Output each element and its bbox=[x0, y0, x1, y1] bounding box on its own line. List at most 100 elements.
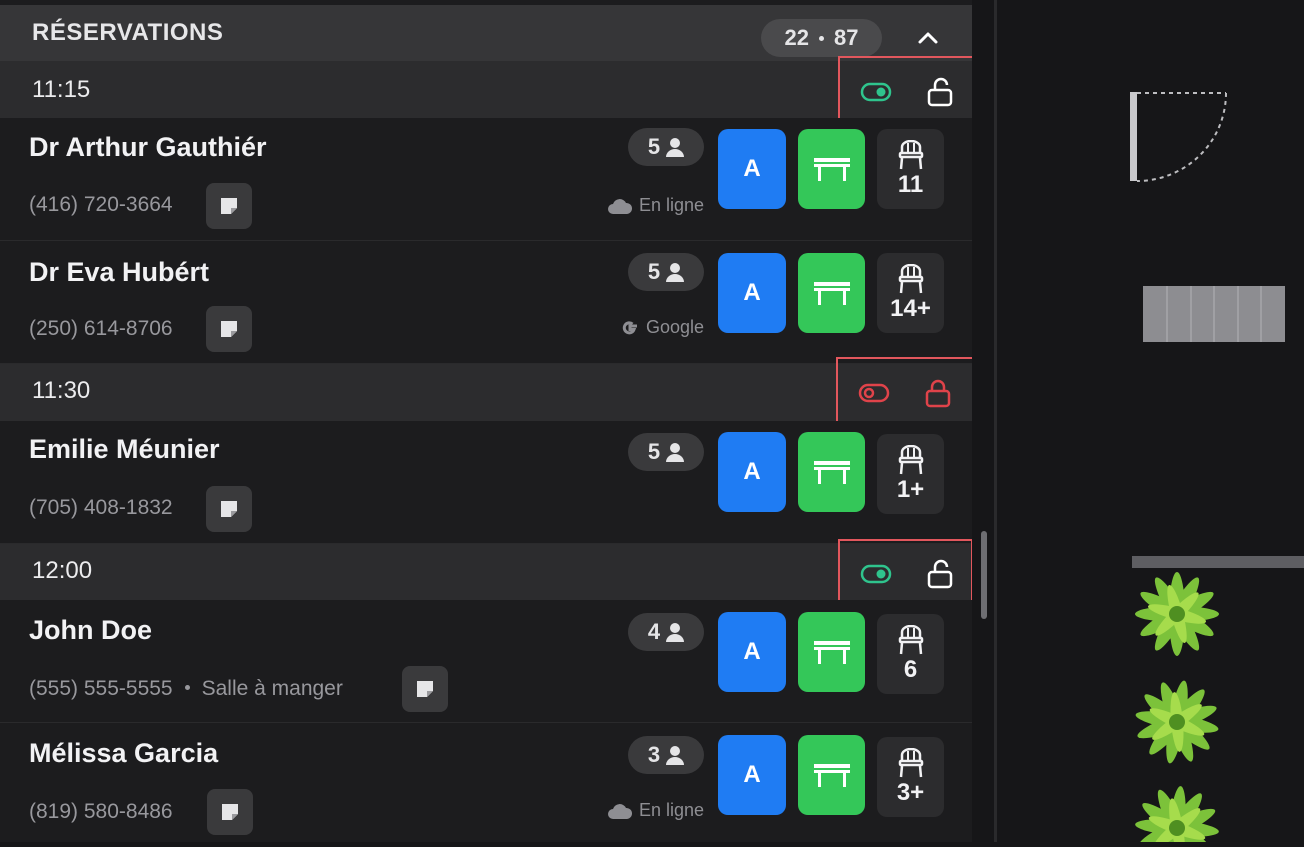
guest-name: Dr Arthur Gauthiér bbox=[29, 132, 267, 162]
note-button[interactable] bbox=[207, 789, 253, 835]
person-icon bbox=[666, 263, 685, 282]
assign-button[interactable]: A bbox=[718, 612, 786, 692]
lock-icon[interactable] bbox=[924, 378, 952, 408]
chair-icon bbox=[898, 445, 923, 475]
party-size-badge: 4 bbox=[628, 613, 704, 651]
list-scrollbar[interactable] bbox=[981, 531, 987, 619]
time-slot-header: 12:00 bbox=[0, 539, 972, 606]
table-icon bbox=[813, 641, 850, 664]
note-icon bbox=[417, 681, 433, 697]
booking-source: Google bbox=[620, 317, 704, 338]
slot-controls bbox=[836, 357, 972, 427]
note-button[interactable] bbox=[402, 666, 448, 712]
reservation-row[interactable]: Dr Eva Hubért (250) 614-8706 5 Google A … bbox=[0, 241, 972, 364]
chair-icon bbox=[898, 625, 923, 655]
floor-plan-canvas bbox=[1130, 92, 1304, 847]
seat-count: 14+ bbox=[890, 295, 931, 322]
person-icon bbox=[666, 138, 685, 157]
guest-name: Dr Eva Hubért bbox=[29, 257, 210, 287]
seat-count-button[interactable]: 14+ bbox=[877, 253, 944, 333]
seat-count: 3+ bbox=[896, 779, 925, 806]
stairs-icon[interactable] bbox=[1143, 286, 1285, 342]
plant-icon[interactable] bbox=[1135, 572, 1219, 656]
note-icon bbox=[221, 198, 237, 214]
guest-phone: (705) 408-1832 bbox=[29, 496, 173, 519]
seat-count-button[interactable]: 6 bbox=[877, 614, 944, 694]
floor-plan[interactable] bbox=[997, 0, 1304, 847]
seat-count: 11 bbox=[897, 171, 924, 198]
chevron-up-icon[interactable] bbox=[913, 25, 943, 49]
toggle-off-icon[interactable] bbox=[858, 382, 890, 404]
slot-controls bbox=[838, 539, 972, 606]
time-slot-label: 11:15 bbox=[32, 76, 91, 103]
reservations-title: RÉSERVATIONS bbox=[32, 19, 224, 46]
table-icon bbox=[813, 158, 850, 181]
note-button[interactable] bbox=[206, 486, 252, 532]
booking-source: En ligne bbox=[607, 195, 704, 216]
note-icon bbox=[222, 804, 238, 820]
seat-count: 1+ bbox=[896, 476, 925, 503]
door-icon[interactable] bbox=[1130, 92, 1227, 182]
slot-controls bbox=[838, 56, 972, 125]
person-icon bbox=[666, 746, 685, 765]
assign-button[interactable]: A bbox=[718, 253, 786, 333]
guest-name: Mélissa Garcia bbox=[29, 738, 219, 768]
unlock-icon[interactable] bbox=[926, 77, 954, 107]
seat-count-button[interactable]: 1+ bbox=[877, 434, 944, 514]
seat-count-button[interactable]: 3+ bbox=[877, 737, 944, 817]
cloud-icon bbox=[607, 803, 632, 819]
guest-phone: (250) 614-8706 bbox=[29, 317, 173, 340]
table-button[interactable] bbox=[798, 735, 865, 815]
toggle-on-icon[interactable] bbox=[860, 81, 892, 103]
note-button[interactable] bbox=[206, 183, 252, 229]
chair-icon bbox=[898, 140, 923, 170]
table-button[interactable] bbox=[798, 612, 865, 692]
assign-button[interactable]: A bbox=[718, 129, 786, 209]
time-slot-header: 11:30 bbox=[0, 357, 972, 427]
booking-source: En ligne bbox=[607, 800, 704, 821]
guest-phone: (555) 555-5555 Salle à manger bbox=[29, 677, 343, 700]
guest-name: John Doe bbox=[29, 615, 153, 645]
table-icon bbox=[813, 461, 850, 484]
reservation-row[interactable]: Mélissa Garcia (819) 580-8486 3 En ligne… bbox=[0, 723, 972, 842]
chair-icon bbox=[898, 748, 923, 778]
party-size-badge: 5 bbox=[628, 128, 704, 166]
seat-count: 6 bbox=[903, 656, 918, 683]
wall-segment[interactable] bbox=[1132, 556, 1304, 568]
table-button[interactable] bbox=[798, 253, 865, 333]
reservation-counts-badge: 22 87 bbox=[761, 19, 882, 57]
toggle-on-icon[interactable] bbox=[860, 563, 892, 585]
assign-button[interactable]: A bbox=[718, 432, 786, 512]
reservation-row[interactable]: Dr Arthur Gauthiér (416) 720-3664 5 En l… bbox=[0, 118, 972, 241]
seat-count-button[interactable]: 11 bbox=[877, 129, 944, 209]
cloud-icon bbox=[607, 198, 632, 214]
reservation-count: 22 bbox=[784, 25, 809, 50]
table-icon bbox=[813, 282, 850, 305]
reservation-row[interactable]: John Doe (555) 555-5555 Salle à manger 4 … bbox=[0, 600, 972, 723]
table-button[interactable] bbox=[798, 129, 865, 209]
table-button[interactable] bbox=[798, 432, 865, 512]
plant-icon[interactable] bbox=[1134, 785, 1219, 847]
party-size-badge: 5 bbox=[628, 433, 704, 471]
unlock-icon[interactable] bbox=[926, 559, 954, 589]
reservation-row[interactable]: Emilie Méunier (705) 408-1832 5 A 1+ bbox=[0, 421, 972, 544]
person-icon bbox=[666, 623, 685, 642]
time-slot-label: 11:30 bbox=[32, 377, 91, 404]
google-icon bbox=[622, 320, 637, 334]
assign-button[interactable]: A bbox=[718, 735, 786, 815]
guest-count: 87 bbox=[834, 25, 859, 50]
dining-room-label: Salle à manger bbox=[201, 677, 343, 700]
guest-name: Emilie Méunier bbox=[29, 434, 220, 464]
note-icon bbox=[221, 501, 237, 517]
separator-dot bbox=[184, 684, 190, 690]
separator-dot bbox=[819, 35, 824, 41]
plant-icon[interactable] bbox=[1134, 679, 1220, 765]
note-button[interactable] bbox=[206, 306, 252, 352]
note-icon bbox=[221, 321, 237, 337]
time-slot-label: 12:00 bbox=[32, 557, 93, 584]
person-icon bbox=[666, 443, 685, 462]
guest-phone: (819) 580-8486 bbox=[29, 800, 173, 823]
reservations-panel: RÉSERVATIONS 22 87 11:15 Dr Arthur Gauth… bbox=[0, 0, 972, 842]
table-icon bbox=[813, 764, 850, 787]
reservations-header[interactable]: RÉSERVATIONS 22 87 bbox=[0, 5, 972, 61]
